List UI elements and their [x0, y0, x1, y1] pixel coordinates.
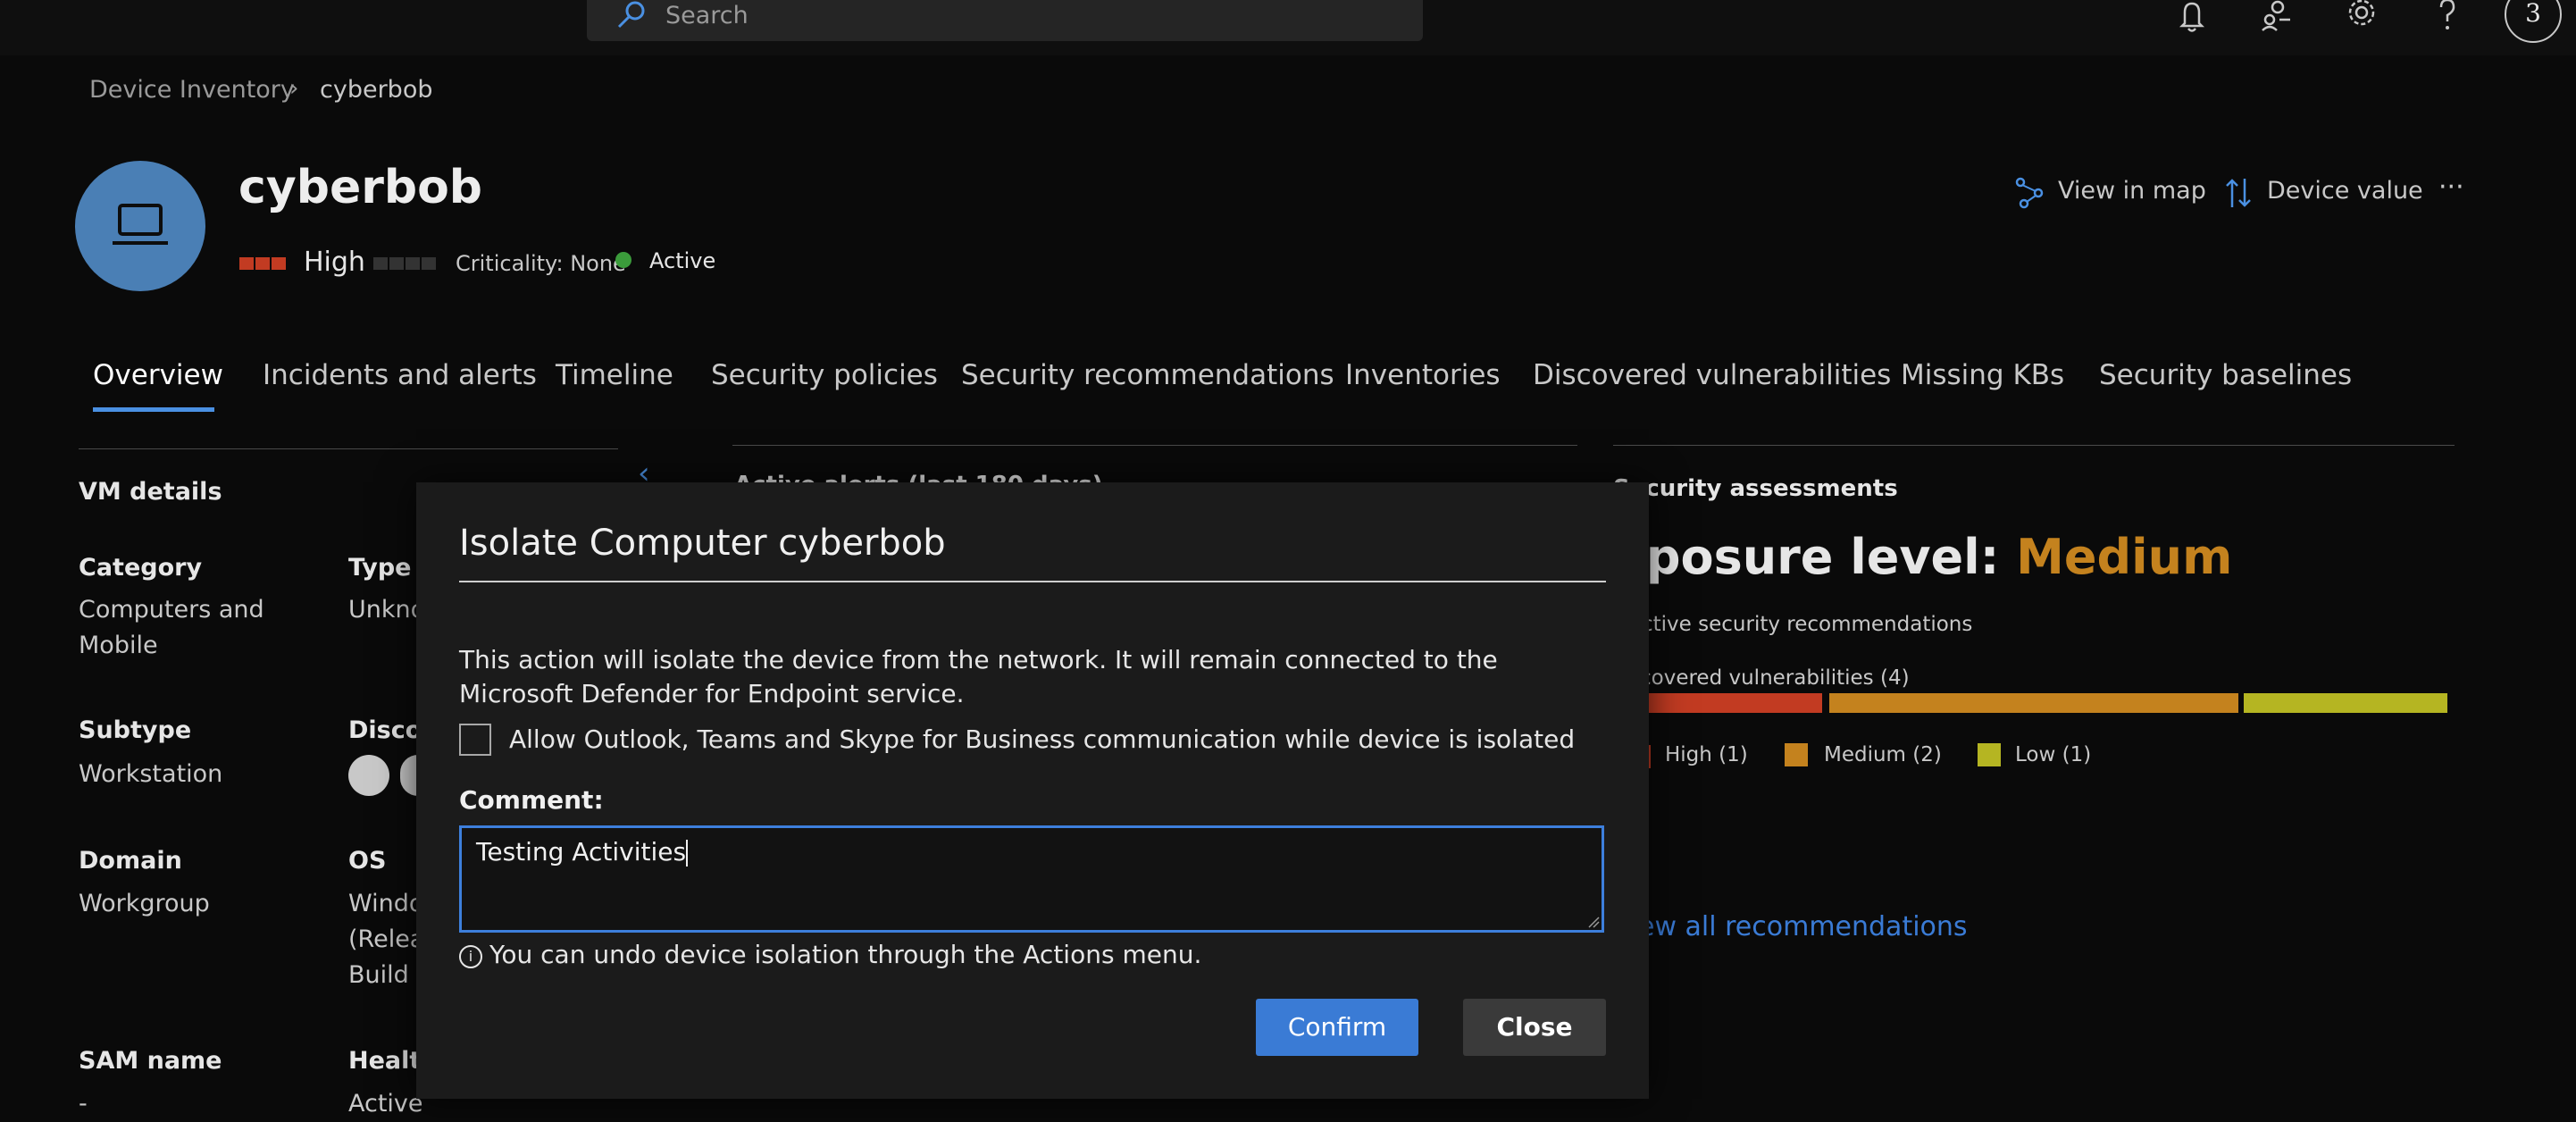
undo-info-text: You can undo device isolation through th…: [489, 940, 1202, 969]
laptop-icon: [113, 204, 168, 245]
legend-low: Low (1): [2015, 743, 2092, 766]
bell-icon[interactable]: [2174, 0, 2210, 36]
breadcrumb-root[interactable]: Device Inventory: [89, 76, 295, 104]
dialog-title-divider: [459, 581, 1606, 582]
search-icon: [614, 0, 649, 38]
tab-timeline[interactable]: Timeline: [556, 359, 673, 391]
allow-communication-checkbox[interactable]: [459, 724, 491, 756]
dialog-title: Isolate Computer cyberbob: [459, 523, 946, 564]
status-badge: Active: [649, 248, 716, 273]
exposure-level: xposure level: Medium: [1615, 529, 2232, 585]
dialog-description: This action will isolate the device from…: [459, 645, 1498, 708]
sam-name-value: -: [79, 1090, 88, 1118]
discovery-source-icon: [400, 755, 418, 796]
confirm-button[interactable]: Confirm: [1256, 999, 1418, 1056]
comment-text: Testing Activities: [476, 837, 687, 867]
search-box[interactable]: Search: [587, 0, 1423, 41]
status-dot: [615, 252, 631, 268]
top-bar: Search 3: [0, 0, 2576, 55]
account-avatar[interactable]: 3: [2505, 0, 2562, 43]
more-actions-icon[interactable]: ···: [2438, 172, 2464, 203]
isolate-device-dialog: Isolate Computer cyberbob This action wi…: [416, 482, 1649, 1099]
divider: [732, 445, 1577, 446]
legend-swatch-low: [1978, 743, 2001, 766]
os-value-line-2: (Relea: [348, 925, 425, 953]
security-assessments-title: Security assessments: [1613, 475, 1898, 502]
tab-discovered-vulnerabilities[interactable]: Discovered vulnerabilities: [1533, 359, 1891, 391]
cloud-icon: [348, 755, 389, 796]
subtype-label: Subtype: [79, 716, 192, 744]
type-value: Unkno: [348, 596, 426, 624]
view-in-map-label: View in map: [2058, 177, 2206, 205]
view-all-recommendations-link[interactable]: ew all recommendations: [1638, 911, 1968, 942]
active-tab-indicator: [93, 407, 214, 412]
tab-security-recommendations[interactable]: Security recommendations: [961, 359, 1334, 391]
tab-overview[interactable]: Overview: [93, 359, 223, 391]
risk-level-indicator: [239, 256, 288, 273]
breadcrumb-current: cyberbob: [320, 76, 433, 104]
divider: [79, 448, 618, 449]
resize-handle-icon[interactable]: [1587, 916, 1600, 928]
category-value: Computers and Mobile: [79, 596, 264, 659]
comment-label: Comment:: [459, 785, 604, 815]
domain-label: Domain: [79, 847, 182, 875]
exposure-level-value: Medium: [2016, 529, 2233, 585]
divider: [1613, 445, 2455, 446]
comment-textarea[interactable]: Testing Activities: [459, 825, 1604, 933]
legend-medium: Medium (2): [1824, 743, 1942, 766]
help-icon[interactable]: [2430, 0, 2465, 36]
tab-incidents-and-alerts[interactable]: Incidents and alerts: [263, 359, 537, 391]
tab-security-policies[interactable]: Security policies: [711, 359, 938, 391]
chevron-right-icon: ›: [289, 75, 299, 102]
map-icon: [2015, 177, 2044, 209]
subtype-value: Workstation: [79, 760, 223, 788]
device-avatar: [75, 161, 205, 291]
search-placeholder: Search: [665, 2, 749, 29]
type-label: Type: [348, 554, 412, 582]
undo-info: i You can undo device isolation through t…: [459, 940, 1201, 969]
sort-icon: [2226, 179, 2251, 207]
active-recommendations-count: ctive security recommendations: [1642, 613, 1973, 636]
vuln-bar-low: [2244, 693, 2447, 713]
discovered-vulnerabilities-count: covered vulnerabilities (4): [1640, 666, 1910, 690]
vm-details-title: VM details: [79, 478, 222, 506]
vuln-bar-high: [1640, 693, 1822, 713]
people-icon[interactable]: [2260, 0, 2296, 36]
device-value-label: Device value: [2267, 177, 2423, 205]
tab-inventories[interactable]: Inventories: [1345, 359, 1501, 391]
category-label: Category: [79, 554, 203, 582]
risk-level-label: High: [304, 247, 365, 278]
exposure-level-label: xposure level:: [1615, 529, 2000, 585]
device-name: cyberbob: [238, 161, 483, 214]
text-cursor: [686, 840, 689, 867]
info-icon: i: [459, 945, 482, 968]
legend-swatch-medium: [1785, 743, 1808, 766]
tab-security-baselines[interactable]: Security baselines: [2099, 359, 2352, 391]
os-label: OS: [348, 847, 387, 875]
gear-icon[interactable]: [2344, 0, 2379, 36]
sam-name-label: SAM name: [79, 1047, 222, 1075]
legend-high: High (1): [1665, 743, 1748, 766]
health-value: Active: [348, 1090, 423, 1118]
close-button[interactable]: Close: [1463, 999, 1606, 1056]
os-value-line-1: Windo: [348, 890, 424, 917]
allow-communication-label[interactable]: Allow Outlook, Teams and Skype for Busin…: [509, 724, 1575, 754]
criticality-label: Criticality: None: [456, 251, 626, 276]
domain-value: Workgroup: [79, 890, 210, 917]
tab-missing-kbs[interactable]: Missing KBs: [1901, 359, 2064, 391]
criticality-indicator: [373, 256, 438, 273]
vuln-bar-medium: [1829, 693, 2238, 713]
